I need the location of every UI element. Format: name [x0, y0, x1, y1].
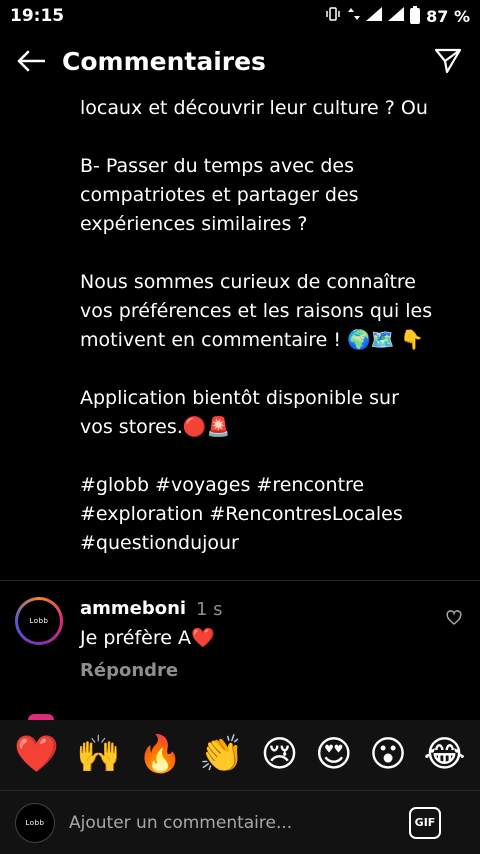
- heart-outline-icon[interactable]: [446, 610, 462, 626]
- emoji-fire[interactable]: 🔥: [138, 737, 183, 773]
- caption-line: locaux et découvrir leur culture ? Ou: [80, 97, 428, 119]
- emoji-heart[interactable]: ❤️: [14, 737, 59, 773]
- vibrate-icon: [324, 7, 342, 25]
- caption-line: compatriotes et partager des: [80, 184, 359, 206]
- avatar-logo: Lobb: [25, 818, 45, 827]
- avatar[interactable]: Lobb: [15, 597, 63, 645]
- caption-line: vos stores.🔴🚨: [80, 416, 231, 438]
- emoji-surprised[interactable]: 😮: [369, 737, 407, 773]
- battery-icon: [410, 6, 421, 24]
- comment-text: Je préfère A❤️: [80, 627, 215, 649]
- avatar: Lobb: [15, 802, 55, 843]
- emoji-crying[interactable]: 😢: [261, 737, 299, 773]
- caption-line: B- Passer du temps avec des: [80, 155, 355, 177]
- caption-line: motivent en commentaire ! 🌍🗺️ 👇: [80, 329, 425, 351]
- caption-line: Nous sommes curieux de connaître: [80, 271, 416, 293]
- paper-plane-icon[interactable]: [430, 43, 466, 79]
- comment-input-bar: Lobb GIF: [0, 790, 480, 854]
- gif-button[interactable]: GIF: [409, 806, 441, 839]
- header: Commentaires: [0, 32, 480, 90]
- emoji-quick-reactions: ❤️ 🙌 🔥 👏 😢 😍 😮 😂: [0, 720, 480, 790]
- battery-percent: 87 %: [426, 6, 470, 26]
- caption-line: vos préférences et les raisons qui les: [80, 300, 433, 322]
- data-arrows-icon: [348, 7, 361, 25]
- status-icons: 87 %: [324, 6, 470, 26]
- emoji-clap[interactable]: 👏: [199, 737, 244, 773]
- caption-line: expériences similaires ?: [80, 213, 308, 235]
- reply-button[interactable]: Répondre: [80, 660, 178, 681]
- avatar-logo: Lobb: [29, 617, 49, 625]
- caption-line: Application bientôt disponible sur: [80, 387, 399, 409]
- signal-icon: [366, 7, 383, 25]
- page-title: Commentaires: [62, 46, 266, 76]
- arrow-left-icon[interactable]: [14, 44, 48, 78]
- comment-input[interactable]: [69, 812, 409, 833]
- status-time: 19:15: [10, 6, 65, 26]
- status-bar: 19:15 87 %: [0, 0, 480, 32]
- signal-icon-2: [388, 7, 405, 25]
- hashtag-line[interactable]: #globb #voyages #rencontre: [80, 471, 440, 500]
- hashtag-line[interactable]: #exploration #RencontresLocales: [80, 500, 440, 529]
- comment-timestamp: 1 s: [196, 599, 223, 620]
- post-caption: locaux et découvrir leur culture ? Ou B-…: [80, 94, 440, 558]
- hashtag-line[interactable]: #questiondujour: [80, 529, 440, 558]
- comment-item: Lobb ammeboni 1 s Je préfère A❤️ Répondr…: [0, 592, 480, 692]
- emoji-heart-eyes[interactable]: 😍: [315, 737, 353, 773]
- emoji-raised-hands[interactable]: 🙌: [76, 737, 121, 773]
- comment-username[interactable]: ammeboni: [80, 598, 186, 619]
- divider: [0, 580, 480, 581]
- emoji-laughing[interactable]: 😂: [424, 737, 466, 773]
